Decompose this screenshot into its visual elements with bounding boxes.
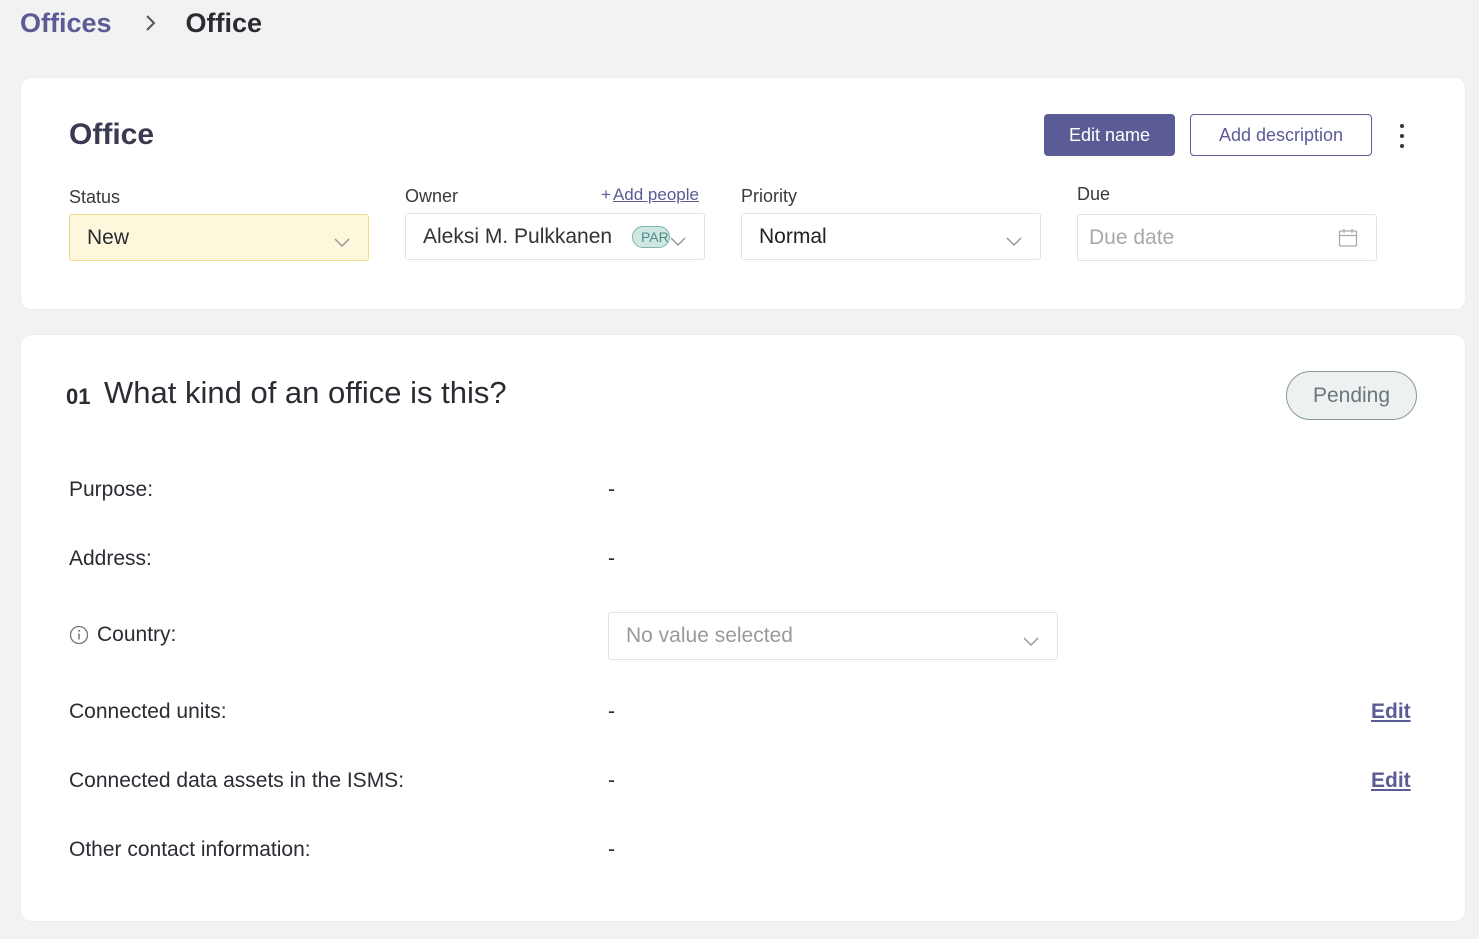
chevron-down-icon	[1023, 629, 1039, 653]
status-label: Status	[69, 187, 121, 207]
status-select[interactable]: New	[69, 214, 369, 261]
address-label: Address:	[69, 547, 152, 570]
info-icon[interactable]	[69, 625, 89, 645]
connected-units-label: Connected units:	[69, 700, 227, 723]
address-value: -	[608, 547, 615, 570]
chevron-down-icon	[334, 230, 350, 254]
question-title: What kind of an office is this?	[104, 375, 507, 410]
owner-role-badge: PAR	[632, 226, 670, 248]
purpose-label: Purpose:	[69, 478, 154, 501]
country-select[interactable]: No value selected	[608, 612, 1058, 660]
owner-select[interactable]: Aleksi M. Pulkkanen PAR	[405, 213, 705, 260]
question-number: 01	[66, 384, 91, 409]
edit-connected-data-assets-link[interactable]: Edit	[1371, 769, 1411, 793]
priority-value: Normal	[759, 224, 827, 248]
plus-icon: +	[601, 185, 611, 204]
connected-units-value: -	[608, 700, 615, 723]
breadcrumb-offices-link[interactable]: Offices	[20, 8, 112, 39]
priority-label: Priority	[741, 186, 798, 206]
other-contact-value: -	[608, 838, 615, 861]
edit-connected-units-link[interactable]: Edit	[1371, 700, 1411, 724]
page-title: Office	[69, 118, 155, 151]
due-label: Due	[1077, 184, 1111, 204]
chevron-down-icon	[670, 229, 686, 253]
owner-value: Aleksi M. Pulkkanen	[423, 224, 613, 248]
connected-data-assets-value: -	[608, 769, 615, 792]
due-date-input[interactable]: Due date	[1077, 214, 1377, 261]
owner-label: Owner	[405, 186, 459, 206]
due-date-placeholder: Due date	[1089, 225, 1175, 249]
chevron-down-icon	[1006, 229, 1022, 253]
calendar-icon[interactable]	[1338, 228, 1358, 254]
kebab-menu-icon[interactable]	[1391, 120, 1413, 152]
edit-name-button[interactable]: Edit name	[1044, 114, 1175, 156]
country-label-row: Country:	[69, 623, 176, 647]
other-contact-label: Other contact information:	[69, 838, 311, 861]
status-badge: Pending	[1286, 371, 1417, 420]
add-people-link[interactable]: + Add people	[601, 185, 699, 205]
status-value: New	[87, 225, 130, 249]
question-card: 01 What kind of an office is this? Pendi…	[21, 335, 1465, 921]
breadcrumb-current: Office	[185, 7, 263, 38]
breadcrumb: Offices Office	[20, 6, 262, 40]
office-header-card: Office Edit name Add description Status …	[21, 78, 1465, 309]
country-label: Country:	[97, 623, 177, 646]
country-placeholder: No value selected	[626, 624, 793, 647]
add-people-label: Add people	[612, 185, 699, 204]
add-description-button[interactable]: Add description	[1190, 114, 1372, 156]
connected-data-assets-label: Connected data assets in the ISMS:	[69, 769, 405, 792]
priority-select[interactable]: Normal	[741, 213, 1041, 260]
chevron-right-icon	[144, 14, 156, 32]
purpose-value: -	[608, 478, 615, 501]
